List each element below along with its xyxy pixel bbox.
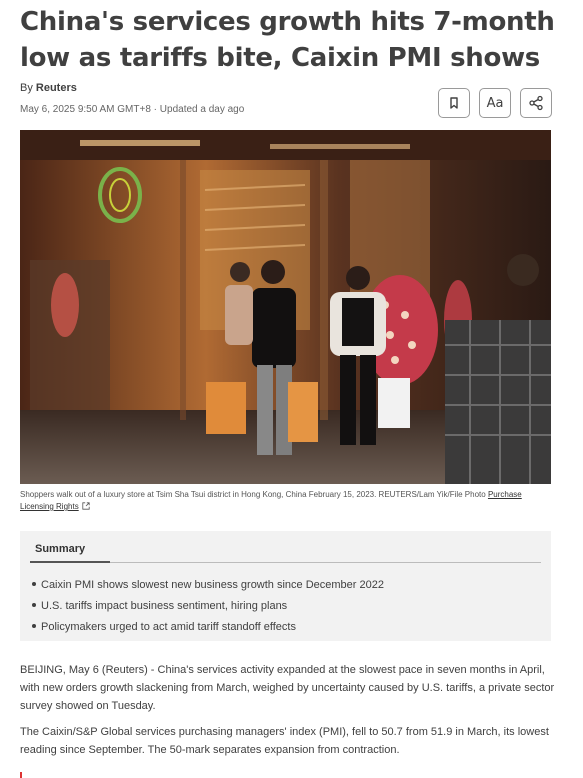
summary-title-underline [30,561,110,563]
body-paragraph: The Caixin/S&P Global services purchasin… [20,726,549,756]
bullet-icon [32,603,36,607]
external-link-icon[interactable] [82,502,90,510]
byline: By Reuters [20,82,77,94]
summary-item: U.S. tariffs impact business sentiment, … [32,596,384,617]
bookmark-icon [450,97,458,109]
summary-title: Summary [35,543,86,555]
text-size-label: Aa [486,95,504,111]
summary-list: Caixin PMI shows slowest new business gr… [32,575,384,638]
bullet-icon [32,582,36,586]
photo-caption: Shoppers walk out of a luxury store at T… [20,489,551,513]
store-photo-illustration [20,130,551,484]
dateline: May 6, 2025 9:50 AM GMT+8 · Updated a da… [20,104,245,115]
share-icon [529,95,543,111]
byline-prefix: By [20,82,33,94]
bullet-icon [32,624,36,628]
caption-text: Shoppers walk out of a luxury store at T… [20,490,486,499]
summary-item-text: Caixin PMI shows slowest new business gr… [41,579,384,591]
text-size-button[interactable]: Aa [479,88,511,118]
summary-box: Summary Caixin PMI shows slowest new bus… [20,531,551,641]
article-photo[interactable] [20,130,551,484]
summary-item-text: U.S. tariffs impact business sentiment, … [41,600,288,612]
bookmark-button[interactable] [438,88,470,118]
summary-item-text: Policymakers urged to act amid tariff st… [41,621,296,633]
article-headline: China's services growth hits 7-month low… [20,7,555,73]
share-button[interactable] [520,88,552,118]
author-link[interactable]: Reuters [36,82,77,94]
summary-item: Policymakers urged to act amid tariff st… [32,617,384,638]
section-marker [20,772,22,778]
body-paragraph: BEIJING, May 6 (Reuters) - China's servi… [20,664,555,712]
summary-item: Caixin PMI shows slowest new business gr… [32,575,384,596]
